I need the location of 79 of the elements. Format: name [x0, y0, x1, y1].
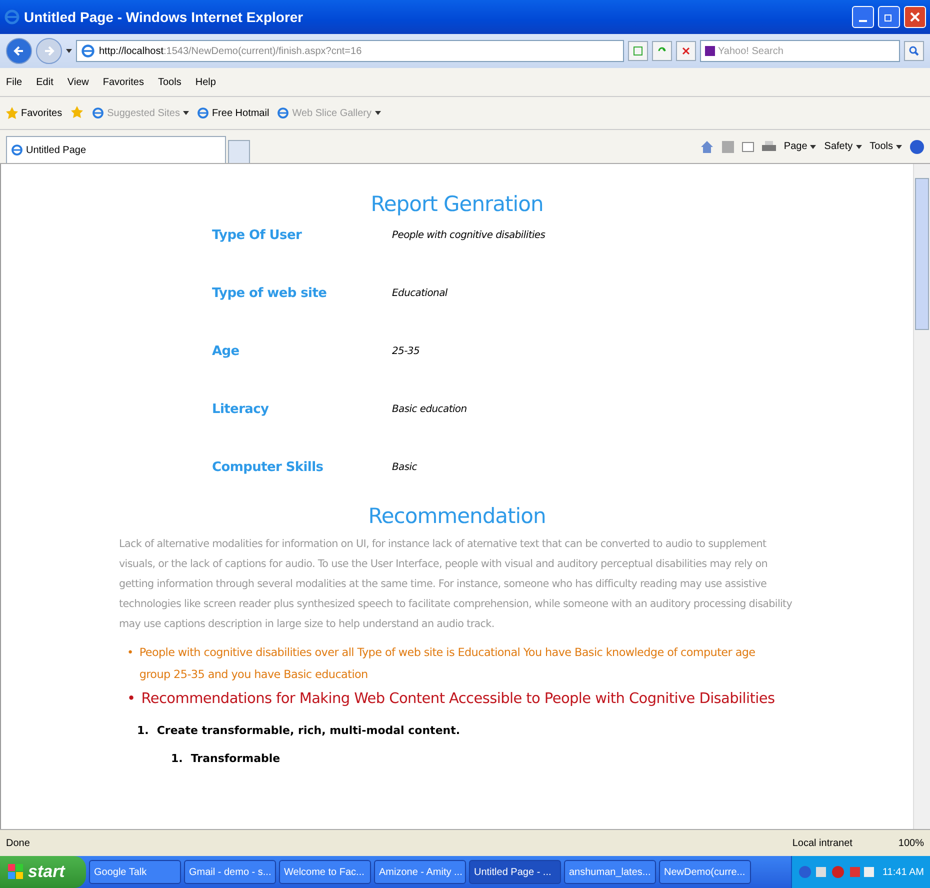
- browser-icon: [196, 107, 209, 119]
- field-label: Computer Skills: [212, 459, 324, 477]
- command-menu[interactable]: Tools: [870, 141, 902, 152]
- zoom-label[interactable]: 100%: [898, 838, 924, 848]
- field-label: Type of web site: [212, 285, 328, 303]
- list-heading: Recommendations for Making Web Content Accessible to People with Cognitive Disabilities: [141, 690, 775, 709]
- menu-item[interactable]: Edit: [36, 76, 54, 88]
- zone-label: Local intranet: [792, 838, 852, 848]
- taskbar-button[interactable]: Welcome to Fac...: [279, 860, 371, 884]
- taskbar-button[interactable]: Gmail - demo - s...: [184, 860, 276, 884]
- section-title: Recommendation: [368, 504, 546, 528]
- caret-icon: [374, 111, 380, 115]
- menu-item[interactable]: File: [6, 76, 22, 88]
- bullet-marker: •: [127, 690, 136, 709]
- browser-icon: [81, 44, 95, 58]
- window-title: Untitled Page - Windows Internet Explorer: [24, 9, 304, 25]
- browser-icon: [277, 107, 290, 119]
- field-value: Educational: [392, 287, 448, 301]
- field-value: Basic: [392, 461, 418, 475]
- clock: 11:41 AM: [882, 866, 924, 878]
- list-item-text: People with cognitive disabilities over all Type of web site is Educational You have Basic knowledge of computer age group 25-35 and you have Basic education: [139, 645, 756, 683]
- windows-logo-icon: [8, 864, 24, 880]
- stop-icon[interactable]: [676, 41, 696, 61]
- field-value: People with cognitive disabilities: [392, 229, 546, 243]
- menu-item[interactable]: Tools: [158, 76, 182, 88]
- paragraph: Lack of alternative modalities for information on UI, for instance lack of aternative text that can be converted to audio to supplement visuals, or the lack of captions for audio. To use the User Interface, people with visual and auditory perceptual disabilities may rely on getting information through several modalities at the same time. For instance, someone who has difficulty reading may use assistive technologies like screen reader plus synthesized speech to facilitate comprehension, while someone with an auditory processing disability may use captions description in large size to help understand an audio track.: [119, 537, 794, 632]
- caret-icon: [856, 144, 862, 148]
- caret-icon: [810, 144, 816, 148]
- list-number: 1.: [171, 751, 183, 767]
- field-label: Age: [212, 343, 240, 361]
- forward-button[interactable]: [36, 38, 62, 64]
- taskbar-button[interactable]: Amizone - Amity ...: [374, 860, 466, 884]
- taskbar-button[interactable]: NewDemo(curre...: [659, 860, 751, 884]
- command-menu[interactable]: Page: [784, 141, 816, 152]
- close-button[interactable]: [904, 6, 926, 28]
- browser-icon: [11, 144, 23, 156]
- back-arrow-icon: [13, 45, 25, 57]
- minimize-icon: [859, 20, 867, 22]
- search-icon[interactable]: [904, 41, 924, 61]
- browser-icon: [92, 107, 104, 119]
- field-label: Type Of User: [212, 227, 303, 245]
- search-provider-icon: [705, 46, 715, 56]
- favorites-link[interactable]: Free Hotmail: [196, 107, 270, 119]
- scroll-bar[interactable]: [913, 164, 930, 829]
- menu-item[interactable]: Help: [195, 76, 216, 88]
- status-text: Done: [6, 838, 31, 848]
- menu-item[interactable]: View: [67, 76, 89, 88]
- taskbar-button[interactable]: anshuman_lates...: [564, 860, 656, 884]
- page-title: Report Genration: [370, 192, 544, 216]
- close-icon: [910, 12, 920, 22]
- forward-arrow-icon: [43, 45, 55, 57]
- menu-item[interactable]: Favorites: [102, 76, 144, 88]
- field-value: 25-35: [392, 345, 421, 359]
- taskbar-button[interactable]: Google Talk: [89, 860, 181, 884]
- field-label: Literacy: [212, 401, 270, 419]
- favorites-button[interactable]: Favorites: [6, 107, 62, 119]
- print-icon[interactable]: [762, 140, 776, 152]
- back-button[interactable]: [6, 38, 32, 64]
- list-item-text: Transformable: [190, 751, 280, 767]
- restore-button[interactable]: [878, 6, 900, 28]
- caret-icon: [66, 49, 72, 53]
- home-icon[interactable]: [700, 140, 714, 154]
- field-value: Basic education: [392, 403, 468, 417]
- browser-icon: [4, 9, 20, 25]
- caret-icon: [182, 111, 189, 115]
- star-icon: [6, 107, 18, 119]
- list-number: 1.: [137, 723, 149, 739]
- list-item-text: Create transformable, rich, multi-modal content.: [156, 723, 460, 739]
- address-field[interactable]: http://localhost:1543/NewDemo(current)/finish.aspx?cnt=16: [76, 40, 624, 62]
- caret-icon: [896, 144, 902, 148]
- mail-icon[interactable]: [742, 142, 754, 152]
- command-menu[interactable]: Safety: [824, 141, 862, 152]
- refresh-icon[interactable]: [652, 41, 672, 61]
- new-tab-button[interactable]: [228, 140, 250, 163]
- minimize-button[interactable]: [852, 6, 874, 28]
- restore-icon: [884, 12, 894, 22]
- taskbar-button[interactable]: Untitled Page - ...: [469, 860, 561, 884]
- browser-tab[interactable]: Untitled Page: [6, 136, 226, 163]
- bullet-marker: •: [127, 645, 134, 661]
